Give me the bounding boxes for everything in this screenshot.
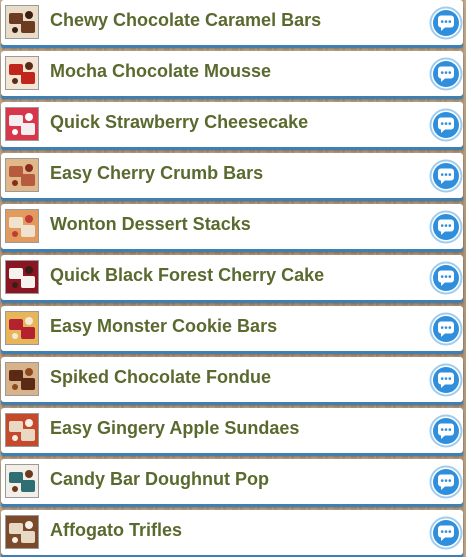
affogato-trifle-thumbnail [5,515,39,549]
recipe-row[interactable]: Spiked Chocolate Fondue [1,357,463,402]
comment-button[interactable] [429,261,463,295]
recipe-title: Spiked Chocolate Fondue [50,367,272,387]
apple-sundae-thumbnail [5,413,39,447]
recipe-title: Easy Monster Cookie Bars [50,316,278,336]
wonton-dessert-thumbnail [5,209,39,243]
recipe-title: Mocha Chocolate Mousse [50,61,272,81]
recipe-title: Quick Strawberry Cheesecake [50,112,309,132]
speech-bubble-icon [429,312,463,346]
recipe-title: Easy Cherry Crumb Bars [50,163,264,183]
doughnut-pop-thumbnail [5,464,39,498]
recipe-row[interactable]: Easy Gingery Apple Sundaes [1,408,463,453]
comment-button[interactable] [429,414,463,448]
comment-button[interactable] [429,159,463,193]
recipe-row[interactable]: Candy Bar Doughnut Pop [1,459,463,504]
comment-button[interactable] [429,516,463,550]
recipe-title: Wonton Dessert Stacks [50,214,251,234]
monster-cookie-bars-thumbnail [5,311,39,345]
recipe-row[interactable]: Easy Monster Cookie Bars [1,306,463,351]
speech-bubble-icon [429,465,463,499]
speech-bubble-icon [429,6,463,40]
recipe-row[interactable]: Easy Cherry Crumb Bars [1,153,463,198]
recipe-title: Easy Gingery Apple Sundaes [50,418,300,438]
speech-bubble-icon [429,57,463,91]
recipe-row[interactable]: Mocha Chocolate Mousse [1,51,463,96]
strawberry-cheesecake-thumbnail [5,107,39,141]
recipe-title: Chewy Chocolate Caramel Bars [50,10,322,30]
comment-button[interactable] [429,57,463,91]
speech-bubble-icon [429,108,463,142]
recipe-row[interactable]: Affogato Trifles [1,510,463,555]
comment-button[interactable] [429,6,463,40]
recipe-title: Candy Bar Doughnut Pop [50,469,269,489]
comment-button[interactable] [429,108,463,142]
recipe-title: Quick Black Forest Cherry Cake [50,265,325,285]
comment-button[interactable] [429,465,463,499]
comment-button[interactable] [429,210,463,244]
speech-bubble-icon [429,159,463,193]
chocolate-fondue-thumbnail [5,362,39,396]
recipe-row[interactable]: Chewy Chocolate Caramel Bars [1,0,463,45]
comment-button[interactable] [429,312,463,346]
speech-bubble-icon [429,363,463,397]
mocha-mousse-thumbnail [5,56,39,90]
chocolate-caramel-bars-thumbnail [5,5,39,39]
speech-bubble-icon [429,516,463,550]
comment-button[interactable] [429,363,463,397]
black-forest-cake-thumbnail [5,260,39,294]
recipe-title: Affogato Trifles [50,520,183,540]
recipe-row[interactable]: Quick Strawberry Cheesecake [1,102,463,147]
cherry-crumb-bars-thumbnail [5,158,39,192]
recipe-row[interactable]: Wonton Dessert Stacks [1,204,463,249]
speech-bubble-icon [429,414,463,448]
speech-bubble-icon [429,261,463,295]
speech-bubble-icon [429,210,463,244]
recipe-row[interactable]: Quick Black Forest Cherry Cake [1,255,463,300]
